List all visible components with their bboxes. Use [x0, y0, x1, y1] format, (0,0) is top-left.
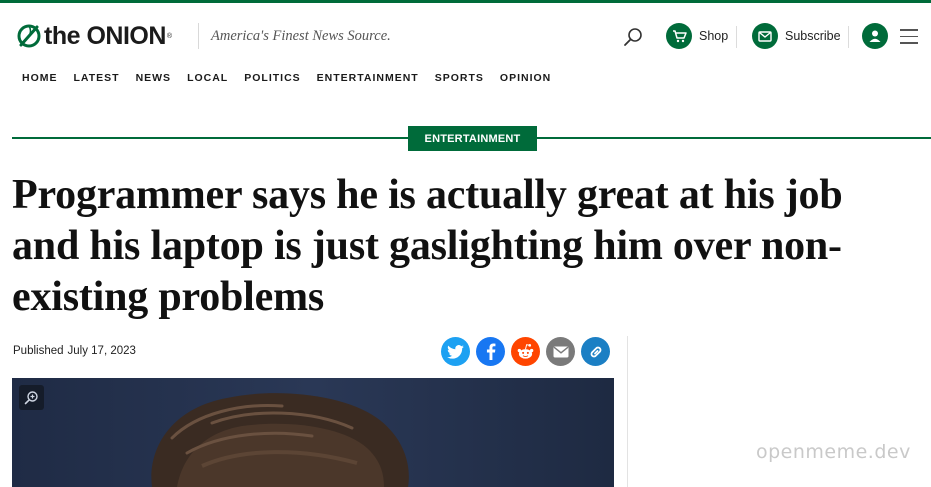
- nav-politics[interactable]: POLITICS: [244, 72, 300, 84]
- share-bar: [441, 337, 616, 366]
- nav-home[interactable]: HOME: [22, 72, 58, 84]
- search-button[interactable]: [622, 26, 644, 48]
- link-icon: [590, 346, 601, 357]
- section-tag[interactable]: ENTERTAINMENT: [408, 126, 537, 151]
- nav-news[interactable]: NEWS: [136, 72, 172, 84]
- registered-mark: ®: [166, 32, 173, 40]
- zoom-image-button[interactable]: [19, 385, 44, 410]
- publish-info: Published July 17, 2023: [13, 345, 136, 357]
- zoom-in-icon: [24, 391, 38, 405]
- email-icon: [553, 346, 568, 357]
- onion-logo-icon: [17, 24, 41, 48]
- facebook-icon: [486, 343, 495, 360]
- share-reddit-button[interactable]: [511, 337, 540, 366]
- published-label: Published: [13, 345, 64, 357]
- shop-button[interactable]: Shop: [666, 23, 728, 49]
- article-hero-image: [12, 378, 614, 487]
- sidebar-divider: [627, 336, 628, 487]
- subscribe-button[interactable]: Subscribe: [752, 23, 841, 49]
- nav-latest[interactable]: LATEST: [74, 72, 120, 84]
- logo-wordmark: the ONION: [44, 21, 166, 50]
- tagline-divider: [198, 23, 199, 49]
- user-icon: [862, 23, 888, 49]
- reddit-icon: [517, 344, 534, 359]
- copy-link-button[interactable]: [581, 337, 610, 366]
- header-divider: [848, 26, 849, 48]
- watermark: openmeme.dev: [756, 441, 911, 463]
- site-header: the ONION ® America's Finest News Source…: [0, 3, 931, 63]
- nav-entertainment[interactable]: ENTERTAINMENT: [317, 72, 419, 84]
- search-icon: [624, 28, 642, 46]
- header-divider: [736, 26, 737, 48]
- shop-label: Shop: [699, 29, 729, 43]
- share-twitter-button[interactable]: [441, 337, 470, 366]
- menu-icon: [900, 29, 918, 31]
- nav-sports[interactable]: SPORTS: [435, 72, 484, 84]
- published-date: July 17, 2023: [67, 345, 136, 357]
- nav-local[interactable]: LOCAL: [187, 72, 228, 84]
- article-headline: Programmer says he is actually great at …: [12, 172, 843, 320]
- photo-programmer-icon: [12, 378, 614, 487]
- main-nav: HOME LATEST NEWS LOCAL POLITICS ENTERTAI…: [22, 72, 567, 84]
- subscribe-label: Subscribe: [785, 29, 841, 43]
- cart-icon: [666, 23, 692, 49]
- menu-button[interactable]: [900, 29, 918, 45]
- share-email-button[interactable]: [546, 337, 575, 366]
- account-button[interactable]: [862, 23, 888, 49]
- site-tagline: America's Finest News Source.: [211, 28, 391, 44]
- twitter-icon: [447, 344, 464, 359]
- mail-icon: [752, 23, 778, 49]
- nav-opinion[interactable]: OPINION: [500, 72, 551, 84]
- share-facebook-button[interactable]: [476, 337, 505, 366]
- site-logo[interactable]: the ONION ®: [16, 21, 172, 51]
